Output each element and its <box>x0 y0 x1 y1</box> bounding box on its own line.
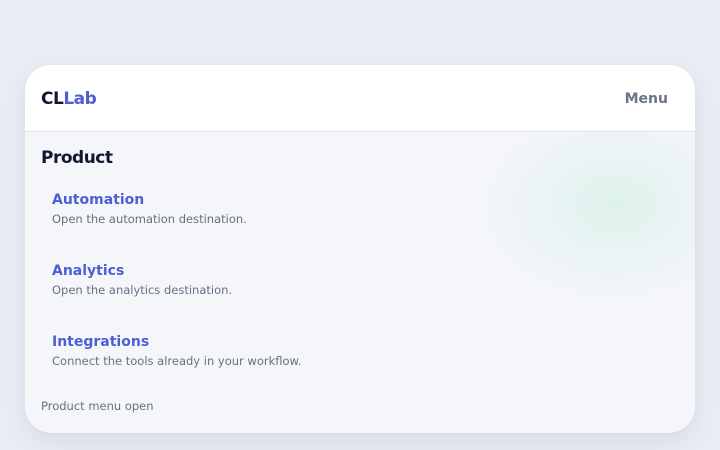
menu-item-description: Connect the tools already in your workfl… <box>52 354 302 368</box>
menu-item-title[interactable]: Analytics <box>52 262 472 280</box>
background-glow <box>475 105 695 305</box>
menu-item-title[interactable]: Automation <box>52 191 472 209</box>
menu-item-integrations[interactable]: Integrations Connect the tools already i… <box>52 333 472 369</box>
menu-item-title[interactable]: Integrations <box>52 333 472 351</box>
menu-item-analytics[interactable]: Analytics Open the analytics destination… <box>52 262 472 298</box>
logo-text-accent: Lab <box>63 89 97 109</box>
menu-item-description: Open the analytics destination. <box>52 283 233 297</box>
logo-text-primary: CL <box>41 89 64 109</box>
menu-item-description: Open the automation destination. <box>52 212 247 226</box>
brand-logo[interactable]: CLLab <box>41 89 97 109</box>
top-bar: CLLab Menu <box>25 65 695 132</box>
menu-status-text: Product menu open <box>41 399 154 413</box>
menu-card: CLLab Menu Product Automation Open the a… <box>25 65 695 433</box>
section-title: Product <box>41 148 113 168</box>
menu-button[interactable]: Menu <box>625 90 668 108</box>
menu-item-automation[interactable]: Automation Open the automation destinati… <box>52 191 472 227</box>
